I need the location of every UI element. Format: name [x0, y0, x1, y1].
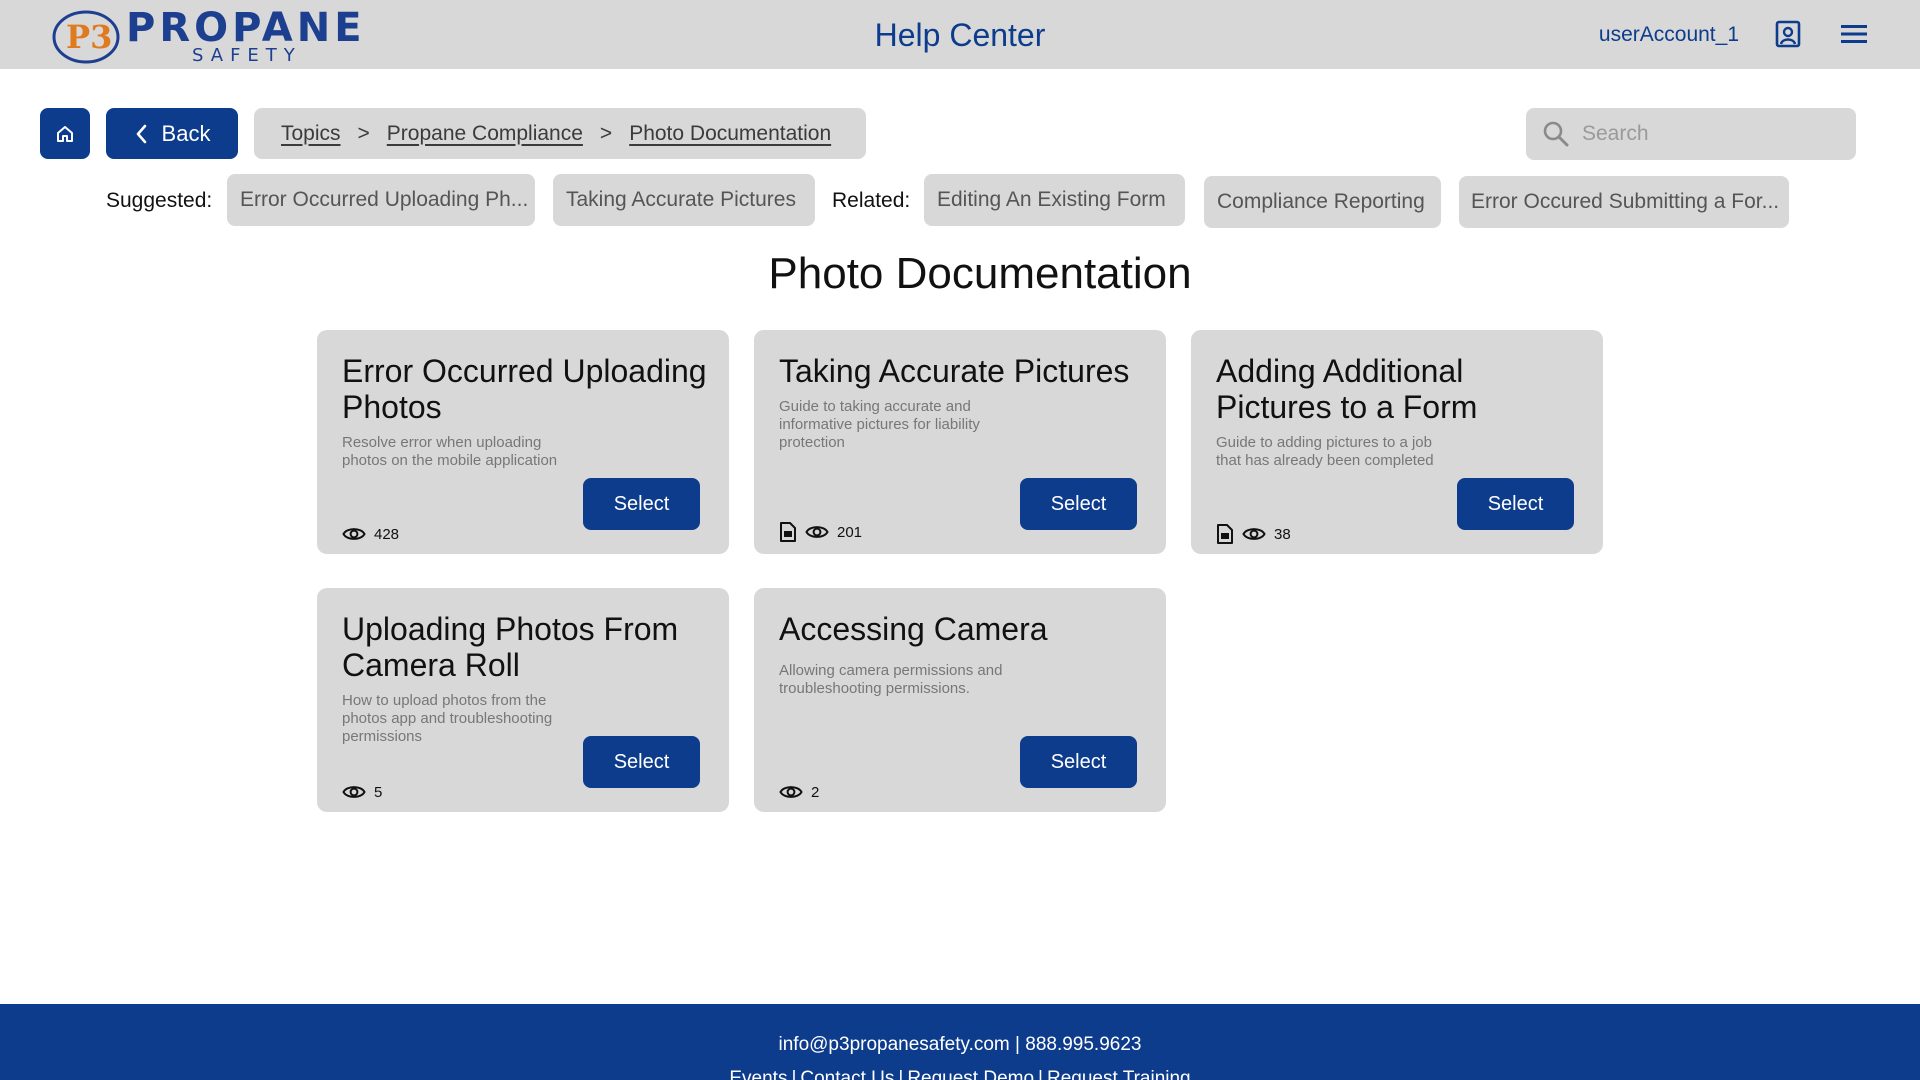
view-count: 2: [811, 783, 820, 801]
suggested-chip-error-uploading[interactable]: Error Occurred Uploading Ph...: [227, 174, 535, 226]
article-card[interactable]: Adding Additional Pictures to a Form Gui…: [1191, 330, 1603, 554]
eye-icon: [1242, 528, 1266, 540]
view-count: 5: [374, 783, 383, 801]
select-button[interactable]: Select: [583, 736, 700, 788]
p3-logo-mark-icon: P3: [52, 10, 120, 64]
card-title: Uploading Photos From Camera Roll: [342, 611, 679, 683]
view-count: 201: [837, 523, 863, 541]
select-button[interactable]: Select: [1020, 736, 1137, 788]
card-title: Accessing Camera: [779, 611, 1048, 647]
search-input[interactable]: [1582, 116, 1842, 152]
related-chip-editing-form[interactable]: Editing An Existing Form: [924, 174, 1185, 226]
breadcrumb-propane-compliance[interactable]: Propane Compliance: [387, 122, 583, 146]
document-icon: [780, 522, 796, 542]
article-card[interactable]: Error Occurred Uploading Photos Resolve …: [317, 330, 729, 554]
card-description: Guide to taking accurate and informative…: [779, 398, 980, 451]
p3-propane-safety-logo[interactable]: P3 PROPANE SAFETY: [52, 5, 382, 66]
card-title: Error Occurred Uploading Photos: [342, 353, 707, 425]
back-button[interactable]: Back: [106, 108, 238, 159]
card-description: Allowing camera permissions and troubles…: [779, 662, 1003, 697]
eye-icon: [805, 526, 829, 538]
view-count: 428: [374, 525, 400, 543]
card-description: How to upload photos from the photos app…: [342, 692, 553, 745]
breadcrumb: Topics > Propane Compliance > Photo Docu…: [254, 108, 866, 159]
select-button[interactable]: Select: [1020, 478, 1137, 530]
footer-link-request-training[interactable]: Request Training: [1047, 1068, 1191, 1080]
article-card[interactable]: Taking Accurate Pictures Guide to taking…: [754, 330, 1166, 554]
home-icon: [57, 125, 73, 142]
view-count: 38: [1274, 525, 1291, 543]
suggested-chip-accurate-pictures[interactable]: Taking Accurate Pictures: [553, 174, 815, 226]
home-button[interactable]: [40, 108, 90, 159]
card-meta: 201: [779, 521, 862, 543]
related-chip-compliance-reporting[interactable]: Compliance Reporting: [1204, 176, 1441, 228]
hamburger-menu-icon[interactable]: [1840, 22, 1868, 46]
article-card[interactable]: Accessing Camera Allowing camera permiss…: [754, 588, 1166, 812]
footer-link-request-demo[interactable]: Request Demo: [907, 1068, 1034, 1080]
document-icon: [1217, 524, 1233, 544]
card-description: Guide to adding pictures to a job that h…: [1216, 434, 1434, 469]
breadcrumb-separator: >: [357, 121, 370, 145]
footer-link-contact-us[interactable]: Contact Us: [800, 1068, 894, 1080]
card-meta: 2: [779, 781, 819, 803]
suggested-label: Suggested:: [106, 189, 213, 212]
eye-icon: [779, 786, 803, 798]
card-title: Adding Additional Pictures to a Form: [1216, 353, 1478, 425]
search-icon: [1543, 121, 1569, 147]
logo-text: PROPANE: [126, 5, 366, 51]
svg-text:P3: P3: [66, 18, 112, 56]
breadcrumb-topics[interactable]: Topics: [281, 122, 341, 146]
footer-links: Events | Contact Us | Request Demo | Request T…: [0, 1068, 1920, 1080]
footer-contact[interactable]: info@p3propanesafety.com | 888.995.9623: [0, 1034, 1920, 1056]
user-profile-icon[interactable]: [1774, 20, 1802, 48]
related-chip-error-submitting[interactable]: Error Occured Submitting a For...: [1459, 176, 1789, 228]
search-box[interactable]: [1526, 108, 1856, 160]
chevron-left-icon: [136, 124, 146, 143]
breadcrumb-separator: >: [599, 121, 613, 145]
breadcrumb-photo-documentation[interactable]: Photo Documentation: [629, 122, 831, 146]
page-title: Photo Documentation: [768, 249, 1192, 298]
site-footer: info@p3propanesafety.com | 888.995.9623 …: [0, 1004, 1920, 1080]
card-meta: 38: [1216, 523, 1291, 545]
eye-icon: [342, 786, 366, 798]
card-description: Resolve error when uploading photos on t…: [342, 434, 558, 469]
card-meta: 5: [342, 781, 382, 803]
select-button[interactable]: Select: [1457, 478, 1574, 530]
select-button[interactable]: Select: [583, 478, 700, 530]
eye-icon: [342, 528, 366, 540]
related-label: Related:: [832, 189, 911, 212]
footer-link-events[interactable]: Events: [729, 1068, 787, 1080]
card-title: Taking Accurate Pictures: [779, 353, 1130, 389]
card-meta: 428: [342, 523, 399, 545]
app-header: P3 PROPANE SAFETY Help Center userAccoun…: [0, 0, 1920, 69]
user-account-name[interactable]: userAccount_1: [1599, 22, 1739, 48]
article-card[interactable]: Uploading Photos From Camera Roll How to…: [317, 588, 729, 812]
back-button-label: Back: [161, 120, 211, 146]
logo-subtext: SAFETY: [192, 45, 302, 66]
